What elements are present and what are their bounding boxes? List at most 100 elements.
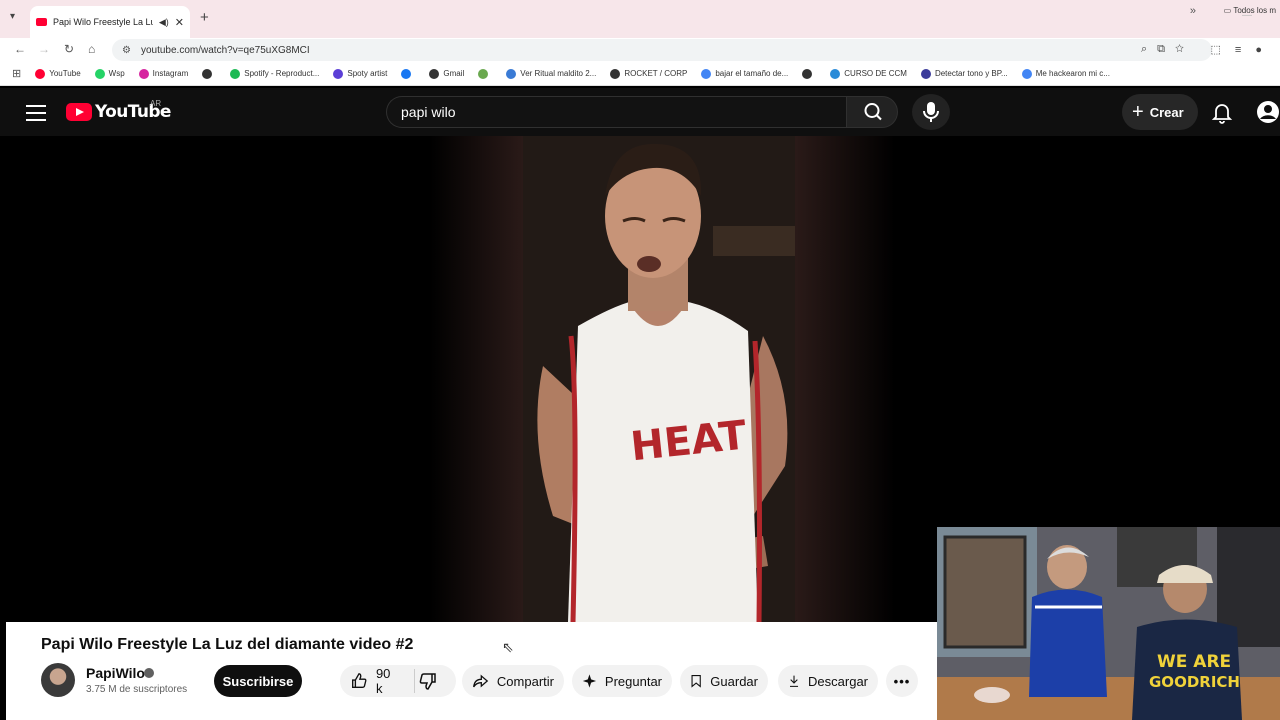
bookmark-item[interactable]: Detectar tono y BP... [920, 68, 1008, 79]
tab-search-icon[interactable]: ▾ [10, 11, 15, 22]
bookmark-favicon-icon [94, 68, 105, 79]
download-button[interactable]: Descargar [778, 665, 878, 697]
youtube-favicon-icon [36, 18, 47, 26]
thumbs-down-icon [419, 673, 436, 690]
bookmark-label: Spotify - Reproduct... [244, 69, 320, 78]
plus-icon: + [1132, 100, 1144, 123]
bookmark-label: Detectar tono y BP... [934, 69, 1008, 78]
search-icon [864, 103, 882, 121]
bookmark-label: Wsp [108, 69, 125, 78]
bookmark-favicon-icon [429, 68, 440, 79]
share-button[interactable]: Compartir [462, 665, 564, 697]
all-bookmarks-folder[interactable]: ▭ Todos los m [1224, 6, 1276, 15]
bookmark-item[interactable]: Ver Ritual maldito 2... [506, 68, 596, 79]
like-divider [414, 669, 415, 693]
ask-button[interactable]: Preguntar [572, 665, 672, 697]
bookmark-label: ROCKET / CORP [624, 69, 688, 78]
dislike-button[interactable] [418, 671, 446, 691]
bookmark-item[interactable]: Spoty artist [333, 68, 388, 79]
bookmark-favicon-icon [1021, 68, 1032, 79]
zoom-icon[interactable]: ⌕⧉☆ [1141, 43, 1194, 56]
channel-avatar[interactable] [41, 663, 75, 697]
ambient-glow-right [795, 136, 895, 622]
subscriber-count: 3.75 M de suscriptores [86, 684, 188, 695]
reload-icon[interactable]: ↻ [64, 42, 74, 56]
more-actions-button[interactable]: ••• [886, 665, 918, 697]
bookmark-favicon-icon [610, 68, 621, 79]
bookmark-item[interactable]: Spotify - Reproduct... [230, 68, 320, 79]
more-horizontal-icon: ••• [893, 673, 911, 689]
bookmark-item[interactable]: Instagram [138, 68, 189, 79]
like-count: 90 k [375, 666, 391, 696]
search-button[interactable] [846, 96, 898, 128]
browser-toolbar: ← → ↻ ⌂ ⚙ youtube.com/watch?v=qe75uXG8MC… [0, 38, 1280, 62]
bookmark-item[interactable] [401, 68, 415, 79]
bookmark-favicon-icon [506, 68, 517, 79]
bookmark-favicon-icon [138, 68, 149, 79]
bookmark-item[interactable]: bajar el tamaño de... [701, 68, 788, 79]
bookmark-item[interactable]: ROCKET / CORP [610, 68, 688, 79]
bookmark-item[interactable]: Wsp [94, 68, 125, 79]
search-input[interactable]: papi wilo [386, 96, 846, 128]
bookmark-item[interactable] [202, 68, 216, 79]
share-label: Compartir [496, 673, 554, 689]
video-frame: HEAT [523, 136, 795, 622]
mouse-pointer-icon: ⇖ [502, 639, 514, 655]
bookmark-label: Me hackearon mi c... [1035, 69, 1110, 78]
thumbs-up-icon [352, 673, 367, 688]
bookmark-favicon-icon [802, 68, 813, 79]
video-title: Papi Wilo Freestyle La Luz del diamante … [41, 636, 414, 653]
browser-tab-active[interactable]: Papi Wilo Freestyle La Luz d ◀) ✕ [30, 6, 190, 38]
create-label: Crear [1149, 104, 1184, 120]
forward-icon[interactable]: → [38, 42, 50, 56]
subscribe-button[interactable]: Suscribirse [214, 665, 302, 697]
channel-name[interactable]: PapiWilo [86, 665, 145, 681]
extensions-icon[interactable]: ⬚≡● [1211, 43, 1276, 56]
bookmarks-bar: ⊞ YouTube Wsp Instagram Spotify - Reproduct… [0, 62, 1280, 86]
bookmark-favicon-icon [478, 68, 489, 79]
home-icon[interactable]: ⌂ [88, 42, 95, 56]
save-label: Guardar [710, 673, 758, 689]
account-avatar-icon[interactable] [1256, 100, 1280, 124]
more-bookmarks-icon[interactable]: » [1190, 5, 1196, 17]
bookmark-item[interactable] [802, 68, 816, 79]
url-text: youtube.com/watch?v=qe75uXG8MCI [140, 44, 310, 56]
microphone-icon [923, 102, 939, 122]
video-info: Papi Wilo Freestyle La Luz del diamante … [6, 622, 937, 720]
bookmark-item[interactable]: YouTube [35, 68, 81, 79]
bookmark-favicon-icon [401, 68, 412, 79]
download-icon [790, 675, 799, 687]
voice-search-button[interactable] [912, 94, 950, 130]
apps-grid-icon[interactable]: ⊞ [12, 67, 21, 80]
like-dislike-group: 90 k [340, 665, 456, 697]
all-bookmarks-label: Todos los m [1233, 6, 1276, 15]
bookmark-favicon-icon [920, 68, 931, 79]
save-button[interactable]: Guardar [680, 665, 768, 697]
bookmark-item[interactable] [478, 68, 492, 79]
webcam-scene-illustration: WE ARE GOODRICH [937, 527, 1280, 720]
close-tab-icon[interactable]: ✕ [175, 16, 184, 29]
audio-playing-icon[interactable]: ◀) [159, 17, 169, 28]
bookmark-item[interactable]: Gmail [429, 68, 465, 79]
bookmark-item[interactable]: Me hackearon mi c... [1021, 68, 1110, 79]
youtube-header: YouTube AR papi wilo + Crear [0, 88, 1280, 136]
bookmark-label: Spoty artist [347, 69, 388, 78]
create-button[interactable]: + Crear [1122, 94, 1198, 130]
share-icon [473, 674, 489, 688]
bookmark-label: Gmail [443, 69, 465, 78]
notifications-bell-icon[interactable] [1210, 100, 1234, 124]
back-icon[interactable]: ← [14, 42, 26, 56]
new-tab-icon[interactable]: + [200, 9, 209, 26]
bookmark-favicon-icon [333, 68, 344, 79]
bookmark-label: Instagram [152, 69, 189, 78]
like-button[interactable]: 90 k [350, 666, 398, 696]
bookmark-favicon-icon [35, 68, 46, 79]
sparkle-icon [582, 674, 597, 688]
site-info-icon[interactable]: ⚙ [122, 45, 131, 56]
menu-icon[interactable] [24, 102, 48, 122]
bookmark-item[interactable]: CURSO DE CCM [830, 68, 907, 79]
ask-label: Preguntar [604, 673, 662, 689]
address-bar[interactable]: ⚙ youtube.com/watch?v=qe75uXG8MCI [112, 39, 1212, 61]
bookmark-favicon-icon [230, 68, 241, 79]
shirt-text-line-1: WE ARE [1157, 652, 1231, 672]
